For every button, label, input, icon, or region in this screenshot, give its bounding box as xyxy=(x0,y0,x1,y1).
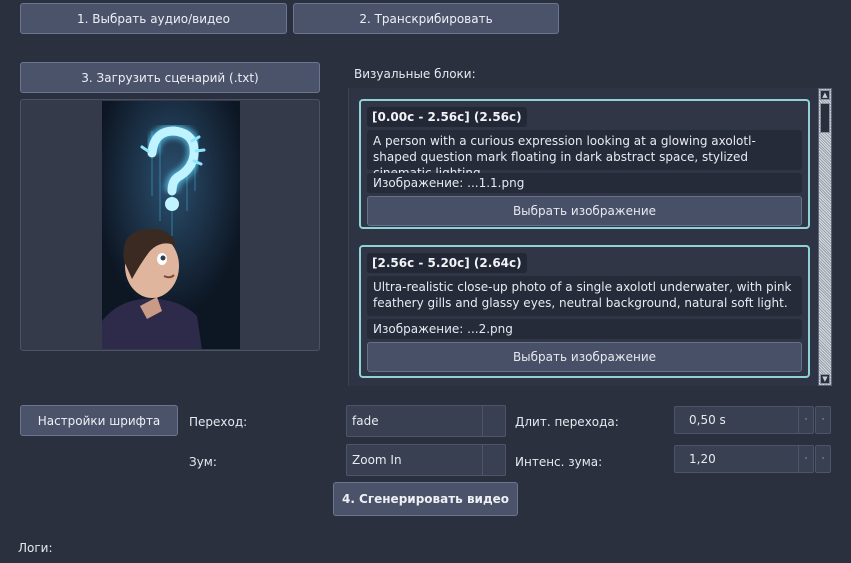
spin-arrow-icon[interactable]: · xyxy=(798,407,813,433)
block-description[interactable]: A person with a curious expression looki… xyxy=(367,130,802,180)
chevron-down-icon[interactable] xyxy=(482,445,505,475)
block-image-path: Изображение: ...1.1.png xyxy=(367,173,802,193)
zoom-intensity-label: Интенс. зума: xyxy=(515,455,603,469)
transition-select[interactable]: fade xyxy=(346,405,506,437)
transition-label: Переход: xyxy=(189,415,248,429)
select-image-button[interactable]: Выбрать изображение xyxy=(367,196,802,226)
block-time-range: [0.00c - 2.56c] (2.56c) xyxy=(367,107,527,127)
select-image-button[interactable]: Выбрать изображение xyxy=(367,342,802,372)
zoom-select[interactable]: Zoom In xyxy=(346,444,506,476)
visual-blocks-scrollbar[interactable]: ▲ ▼ xyxy=(818,88,832,386)
logs-label: Логи: xyxy=(18,541,53,555)
scroll-down-arrow-icon[interactable]: ▼ xyxy=(820,374,830,384)
transition-duration-spinbox[interactable]: 0,50 s · xyxy=(674,406,814,434)
preview-image xyxy=(102,101,240,349)
transition-duration-value: 0,50 s xyxy=(689,413,726,427)
zoom-select-value: Zoom In xyxy=(352,453,402,467)
block-time-range: [2.56c - 5.20c] (2.64c) xyxy=(367,253,527,273)
scrollbar-thumb[interactable] xyxy=(820,103,830,133)
select-media-button[interactable]: 1. Выбрать аудио/видео xyxy=(20,3,287,34)
block-description[interactable]: Ultra-realistic close-up photo of a sing… xyxy=(367,276,802,316)
spin-arrow-icon[interactable]: · xyxy=(815,406,831,434)
zoom-intensity-spinbox[interactable]: 1,20 · xyxy=(674,445,814,473)
visual-blocks-scroll-area[interactable]: [0.00c - 2.56c] (2.56c) A person with a … xyxy=(348,88,833,386)
transition-duration-label: Длит. перехода: xyxy=(515,415,619,429)
font-settings-button[interactable]: Настройки шрифта xyxy=(20,405,178,436)
spin-arrow-icon[interactable]: · xyxy=(815,445,831,473)
visual-block: [2.56c - 5.20c] (2.64c) Ultra-realistic … xyxy=(359,245,810,378)
zoom-intensity-value: 1,20 xyxy=(689,452,716,466)
load-script-button[interactable]: 3. Загрузить сценарий (.txt) xyxy=(20,62,320,93)
chevron-down-icon[interactable] xyxy=(482,406,505,436)
block-image-path: Изображение: ...2.png xyxy=(367,319,802,339)
image-preview-panel xyxy=(20,99,320,351)
scroll-up-arrow-icon[interactable]: ▲ xyxy=(820,90,830,100)
transition-select-value: fade xyxy=(352,414,379,428)
visual-blocks-title: Визуальные блоки: xyxy=(354,67,476,81)
generate-video-button[interactable]: 4. Сгенерировать видео xyxy=(333,482,518,516)
zoom-label: Зум: xyxy=(189,455,217,469)
transcribe-button[interactable]: 2. Транскрибировать xyxy=(293,3,559,34)
spin-arrow-icon[interactable]: · xyxy=(798,446,813,472)
visual-block: [0.00c - 2.56c] (2.56c) A person with a … xyxy=(359,99,810,229)
